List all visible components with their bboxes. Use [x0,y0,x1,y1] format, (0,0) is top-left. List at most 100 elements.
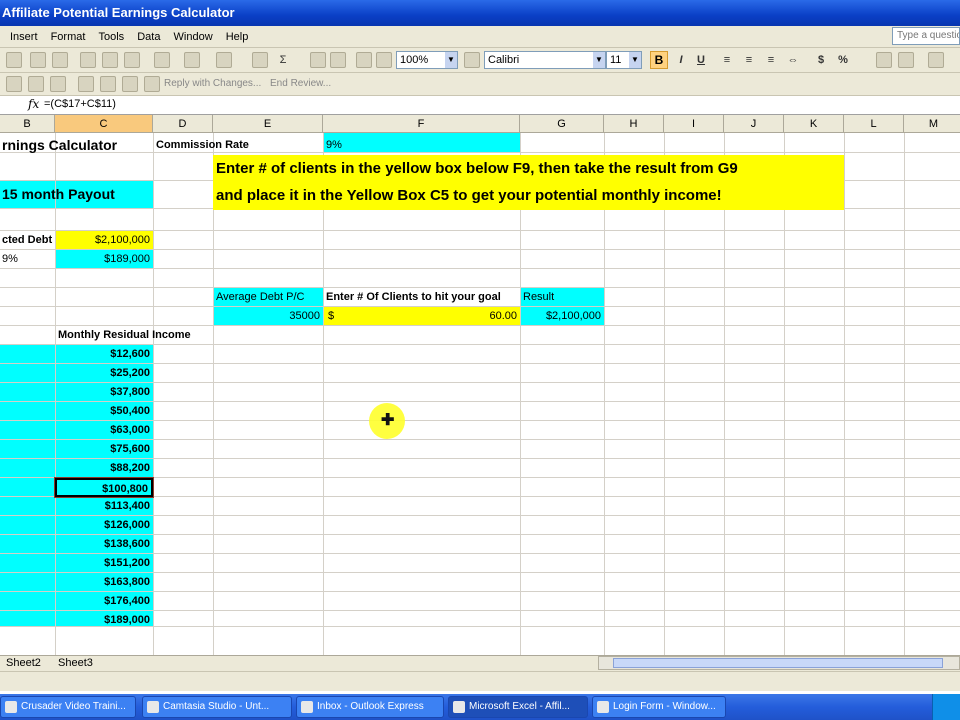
drawing-icon[interactable] [376,52,392,68]
autosum-icon[interactable]: Σ [274,51,292,69]
merge-center-icon[interactable]: ⇔ [784,51,802,69]
payout-label[interactable]: 15 month Payout [2,185,115,204]
residual-income-cell[interactable]: $126,000 [55,516,153,535]
column-header-k[interactable]: K [784,115,844,133]
taskbar-item-login-form[interactable]: Login Form - Window... [592,696,726,718]
spelling-icon[interactable] [30,52,46,68]
menu-insert[interactable]: Insert [10,26,38,48]
indent-icon[interactable] [928,52,944,68]
align-right-icon[interactable]: ≡ [762,51,780,69]
residual-income-cell[interactable]: $12,600 [55,345,153,364]
calculator-title[interactable]: rnings Calculator [2,136,117,155]
reply-icon[interactable] [144,76,160,92]
increase-decimal-icon[interactable] [876,52,892,68]
comment-icon[interactable] [6,76,22,92]
residual-income-cell[interactable]: $88,200 [55,459,153,478]
function-icon[interactable]: fx [28,97,39,111]
decrease-decimal-icon[interactable] [898,52,914,68]
format-painter-icon[interactable] [154,52,170,68]
residual-income-cell[interactable]: $75,600 [55,440,153,459]
taskbar-item-crusader[interactable]: Crusader Video Traini... [0,696,136,718]
commission-label[interactable]: Commission Rate [156,136,249,155]
show-comments-icon[interactable] [78,76,94,92]
underline-button[interactable]: U [692,51,710,69]
sheet-tab-2[interactable]: Sheet2 [2,656,45,670]
currency-button[interactable]: $ [812,51,830,69]
clients-label[interactable]: Enter # Of Clients to hit your goal [326,288,501,307]
column-header-h[interactable]: H [604,115,664,133]
undo-icon[interactable] [184,52,200,68]
residual-income-cell[interactable]: $163,800 [55,573,153,592]
align-left-icon[interactable]: ≡ [718,51,736,69]
help-icon[interactable] [464,52,480,68]
spreadsheet-grid[interactable]: B C D E F G H I J K L M rnings Calculato… [0,115,960,655]
align-center-icon[interactable]: ≡ [740,51,758,69]
residual-income-cell[interactable]: $63,000 [55,421,153,440]
residual-income-cell[interactable]: $151,200 [55,554,153,573]
percent-button[interactable]: % [834,51,852,69]
column-header-g[interactable]: G [520,115,604,133]
hyperlink-icon[interactable] [252,52,268,68]
menu-window[interactable]: Window [174,26,213,48]
zoom-select[interactable]: 100% ▼ [396,51,458,69]
menu-help[interactable]: Help [226,26,249,48]
instruction-banner[interactable]: Enter # of clients in the yellow box bel… [213,155,844,210]
ink-icon[interactable] [122,76,138,92]
menu-tools[interactable]: Tools [98,26,124,48]
sort-ascending-icon[interactable] [310,52,326,68]
menu-data[interactable]: Data [137,26,160,48]
debt-label[interactable]: cted Debt [2,231,52,250]
track-icon[interactable] [28,76,44,92]
pct-value[interactable]: $189,000 [55,250,153,269]
font-size-select[interactable]: 11 ▼ [606,51,642,69]
residual-income-cell[interactable]: $113,400 [55,497,153,516]
column-header-m[interactable]: M [904,115,960,133]
system-tray[interactable] [932,694,960,720]
italic-button[interactable]: I [672,51,690,69]
residual-income-cell[interactable]: $37,800 [55,383,153,402]
sort-descending-icon[interactable] [330,52,346,68]
clients-input[interactable]: 60.00 [323,307,520,326]
paste-icon[interactable] [124,52,140,68]
copy-icon[interactable] [102,52,118,68]
column-header-c[interactable]: C [55,115,153,133]
delete-comment-icon[interactable] [50,76,66,92]
column-header-e[interactable]: E [213,115,323,133]
residual-income-cell[interactable]: $50,400 [55,402,153,421]
research-icon[interactable] [52,52,68,68]
avg-debt-value[interactable]: 35000 [213,307,323,326]
sheet-tab-3[interactable]: Sheet3 [54,656,97,670]
reply-with-changes-button[interactable]: Reply with Changes... [164,78,261,89]
new-comment-icon[interactable] [100,76,116,92]
result-label[interactable]: Result [523,288,554,307]
column-header-i[interactable]: I [664,115,724,133]
cut-icon[interactable] [80,52,96,68]
redo-icon[interactable] [216,52,232,68]
taskbar-item-camtasia[interactable]: Camtasia Studio - Unt... [142,696,292,718]
end-review-button[interactable]: End Review... [270,78,331,89]
column-header-j[interactable]: J [724,115,784,133]
horizontal-scrollbar[interactable] [598,656,960,670]
formula-input[interactable]: =(C$17+C$11) [44,98,116,110]
commission-value[interactable]: 9% [326,136,342,155]
column-header-f[interactable]: F [323,115,520,133]
scrollbar-thumb[interactable] [613,658,943,668]
menu-format[interactable]: Format [51,26,86,48]
column-header-d[interactable]: D [153,115,213,133]
active-cell[interactable]: $100,800 [54,477,154,498]
residual-income-cell[interactable]: $25,200 [55,364,153,383]
residual-income-cell[interactable]: $138,600 [55,535,153,554]
column-header-l[interactable]: L [844,115,904,133]
result-value[interactable]: $2,100,000 [520,307,604,326]
debt-value[interactable]: $2,100,000 [55,231,153,250]
ask-question-input[interactable]: Type a questio [892,27,960,45]
bold-button[interactable]: B [650,51,668,69]
font-name-select[interactable]: Calibri ▼ [484,51,606,69]
pct-label[interactable]: 9% [2,250,18,269]
taskbar-item-outlook[interactable]: Inbox - Outlook Express [296,696,444,718]
residual-header[interactable]: Monthly Residual Income [58,326,191,345]
new-icon[interactable] [6,52,22,68]
residual-income-cell[interactable]: $176,400 [55,592,153,611]
chart-wizard-icon[interactable] [356,52,372,68]
taskbar-item-excel[interactable]: Microsoft Excel - Affil... [448,696,588,718]
